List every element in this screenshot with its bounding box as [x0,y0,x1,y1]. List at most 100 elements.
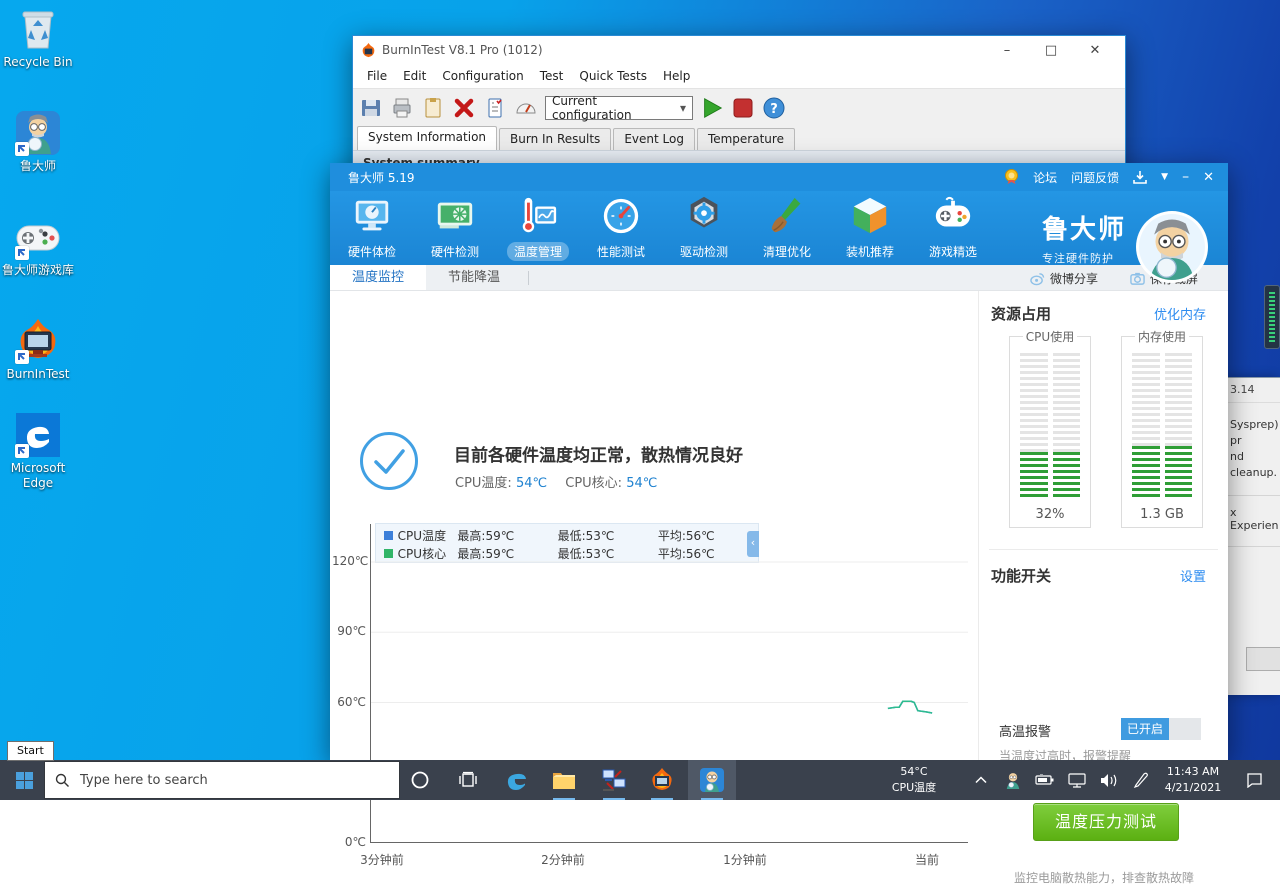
taskbar-file-explorer-button[interactable] [542,760,586,800]
taskbar-network-app-button[interactable] [592,760,636,800]
tab-event-log[interactable]: Event Log [613,128,695,150]
delete-icon[interactable] [452,96,476,120]
desktop-wallpaper: Recycle Bin 鲁大师 鲁大师游戏库 [0,0,1280,800]
menu-edit[interactable]: Edit [395,66,434,86]
tab-system-information[interactable]: System Information [357,126,497,150]
save-icon[interactable] [359,96,383,120]
print-icon[interactable] [390,96,414,120]
tray-pen-icon[interactable] [1126,760,1156,800]
desktop-icon-lu-game-library[interactable]: 鲁大师游戏库 [0,218,76,278]
high-temp-alarm-toggle[interactable]: 已开启 [1121,718,1201,740]
minimize-button[interactable]: – [985,36,1029,64]
nav-item-cleanup[interactable]: 清理优化 [745,195,829,261]
tab-temperature-monitor[interactable]: 温度监控 [330,265,426,290]
tray-network-icon[interactable] [1062,760,1092,800]
desktop-icon-label: 鲁大师 [0,159,76,174]
background-gauge-fragment [1264,285,1280,349]
taskbar-search-input[interactable]: Type here to search [44,761,400,799]
burnintest-titlebar[interactable]: BurnInTest V8.1 Pro (1012) – □ ✕ [353,36,1125,64]
nav-item-hardware-test[interactable]: 硬件检测 [413,195,497,261]
menu-configuration[interactable]: Configuration [434,66,531,86]
divider [989,549,1218,550]
tray-cpu-temp[interactable]: 54°C CPU温度 [868,764,960,796]
tray-clock[interactable]: 11:43 AM 4/21/2021 [1160,764,1226,796]
temperature-stress-test-button[interactable]: 温度压力测试 [1033,803,1179,841]
nav-label: 驱动检测 [673,242,735,261]
taskbar-burnintest-button[interactable] [640,760,684,800]
gamepad-icon [932,195,974,237]
x-tick: 当前 [902,851,952,868]
menu-test[interactable]: Test [532,66,572,86]
skin-menu-icon[interactable]: ▼ [1161,172,1168,182]
action-center-button[interactable] [1236,760,1272,800]
burnintest-icon [649,767,675,793]
lu-titlebar[interactable]: 鲁大师 5.19 论坛 问题反馈 ▼ – ✕ [330,163,1228,191]
chevron-down-icon: ▾ [680,101,686,115]
nav-item-hardware-checkup[interactable]: 硬件体检 [330,195,414,261]
gauge-value: 32% [1010,507,1090,522]
close-button[interactable]: ✕ [1073,36,1117,64]
gauge-label: 内存使用 [1135,328,1189,345]
window-title: BurnInTest V8.1 Pro (1012) [382,43,985,57]
menu-file[interactable]: File [359,66,395,86]
stop-tests-icon[interactable] [731,96,755,120]
start-tooltip: Start [7,741,54,761]
close-button[interactable]: ✕ [1203,170,1214,185]
gamepad-icon [15,218,61,260]
task-view-button[interactable] [446,760,490,800]
feedback-link[interactable]: 问题反馈 [1071,169,1119,186]
forum-link[interactable]: 论坛 [1033,169,1057,186]
taskbar-edge-button[interactable] [494,760,538,800]
tray-lu-master-icon[interactable] [998,760,1028,800]
menu-quick-tests[interactable]: Quick Tests [571,66,655,86]
nav-item-driver-detect[interactable]: 驱动检测 [662,195,746,261]
download-icon[interactable] [1133,170,1147,184]
windows-logo-icon [16,772,33,789]
start-tests-icon[interactable] [700,96,724,120]
minimize-button[interactable]: – [1182,169,1189,185]
certificate-icon[interactable] [483,96,507,120]
nav-label: 硬件检测 [424,242,486,261]
cortana-icon [410,770,430,790]
tab-burn-in-results[interactable]: Burn In Results [499,128,611,150]
sysprep-window-fragment: 3.14 Sysprep) pr nd cleanup. x Experien … [1228,377,1280,695]
nav-item-temperature[interactable]: 温度管理 [496,195,580,261]
menu-help[interactable]: Help [655,66,698,86]
desktop-icon-microsoft-edge[interactable]: Microsoft Edge [0,412,76,491]
lu-sidebar: 资源占用 优化内存 CPU使用 32% 内存使用 1.3 GB 功能开关 设置 … [978,291,1228,760]
y-tick: 0℃ [332,835,366,849]
weibo-share-button[interactable]: 微博分享 [1030,265,1098,291]
gear-icon [683,195,725,237]
nav-item-game-select[interactable]: 游戏精选 [911,195,995,261]
tab-energy-cooling[interactable]: 节能降温 [426,265,522,290]
tray-battery-icon[interactable] [1030,760,1060,800]
tab-temperature[interactable]: Temperature [697,128,795,150]
optimize-memory-link[interactable]: 优化内存 [1154,304,1206,323]
settings-link[interactable]: 设置 [1180,566,1206,585]
sysprep-button-fragment[interactable]: C [1246,647,1280,671]
start-button[interactable] [0,760,48,800]
y-tick: 120℃ [332,554,366,568]
report-icon[interactable] [421,96,445,120]
sysprep-row [1228,546,1280,580]
nav-item-build-recommend[interactable]: 装机推荐 [828,195,912,261]
speedometer-icon [600,195,642,237]
tray-expand-button[interactable] [966,760,996,800]
edge-icon [15,412,61,458]
cortana-button[interactable] [398,760,442,800]
gauge-icon[interactable] [514,96,538,120]
cube-icon [849,195,891,237]
y-tick: 90℃ [332,624,366,638]
maximize-button[interactable]: □ [1029,36,1073,64]
nav-item-performance-test[interactable]: 性能测试 [579,195,663,261]
desktop-icon-lu-master[interactable]: 鲁大师 [0,110,76,174]
recycle-bin-icon [15,6,61,52]
desktop-icon-burnintest[interactable]: BurnInTest [0,318,76,382]
taskbar-lu-master-button[interactable] [688,760,736,800]
tray-volume-icon[interactable] [1094,760,1124,800]
shortcut-arrow-icon [15,350,29,364]
x-tick: 1分钟前 [715,851,775,868]
desktop-icon-recycle-bin[interactable]: Recycle Bin [0,6,76,70]
configuration-select[interactable]: Current configuration ▾ [545,96,693,120]
help-icon[interactable]: ? [762,96,786,120]
